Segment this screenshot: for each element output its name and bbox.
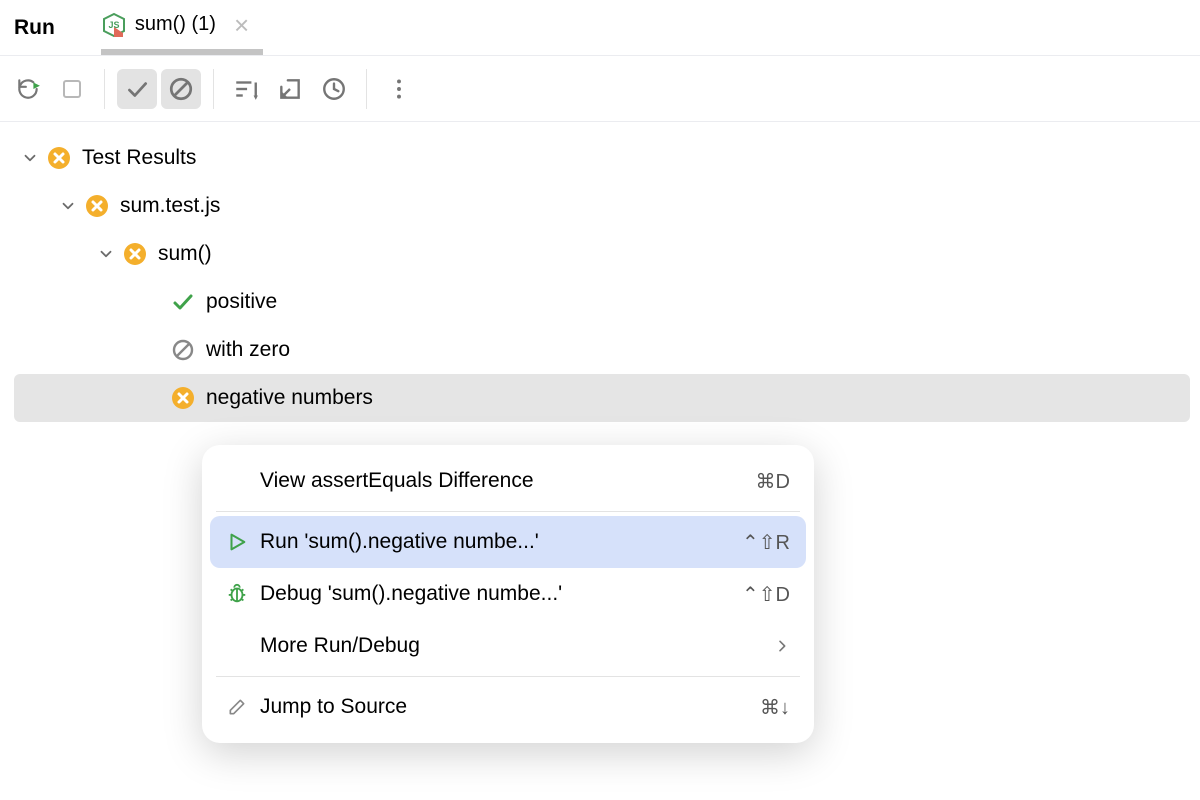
test-results-tree: Test Results sum.test.js sum() positive … — [0, 122, 1200, 422]
menu-run[interactable]: Run 'sum().negative numbe...' ⌃⇧R — [210, 516, 806, 568]
menu-item-label: Run 'sum().negative numbe...' — [260, 530, 742, 554]
tree-root-test-results[interactable]: Test Results — [0, 134, 1200, 182]
status-failed-icon — [170, 385, 196, 411]
test-toolbar — [0, 56, 1200, 122]
chevron-down-icon — [56, 194, 80, 218]
menu-jump-to-source[interactable]: Jump to Source ⌘↓ — [210, 681, 806, 733]
menu-item-shortcut: ⌃⇧R — [742, 530, 790, 555]
run-icon — [222, 531, 252, 553]
status-failed-icon — [46, 145, 72, 171]
menu-debug[interactable]: Debug 'sum().negative numbe...' ⌃⇧D — [210, 568, 806, 620]
more-button[interactable] — [379, 69, 419, 109]
status-failed-icon — [84, 193, 110, 219]
tree-test-positive[interactable]: positive — [0, 278, 1200, 326]
run-tab-sum[interactable]: JS sum() (1) × — [101, 0, 263, 55]
tree-test-with-zero[interactable]: with zero — [0, 326, 1200, 374]
tree-suite-sum[interactable]: sum() — [0, 230, 1200, 278]
run-panel-title: Run — [14, 16, 55, 40]
menu-more-run-debug[interactable]: More Run/Debug — [210, 620, 806, 672]
nodejs-config-icon: JS — [101, 12, 127, 38]
run-panel-tabbar: Run JS sum() (1) × — [0, 0, 1200, 56]
tree-test-negative-numbers[interactable]: negative numbers — [14, 374, 1190, 422]
tree-file-sum-test-js[interactable]: sum.test.js — [0, 182, 1200, 230]
stop-button[interactable] — [52, 69, 92, 109]
context-menu: View assertEquals Difference ⌘D Run 'sum… — [202, 445, 814, 743]
tree-test-label: with zero — [206, 338, 290, 362]
chevron-down-icon — [18, 146, 42, 170]
menu-view-assert-diff[interactable]: View assertEquals Difference ⌘D — [210, 455, 806, 507]
menu-item-shortcut: ⌃⇧D — [742, 582, 790, 607]
tree-file-label: sum.test.js — [120, 194, 220, 218]
menu-separator — [216, 511, 800, 512]
export-button[interactable] — [270, 69, 310, 109]
status-failed-icon — [122, 241, 148, 267]
menu-item-label: Jump to Source — [260, 695, 760, 719]
menu-item-label: View assertEquals Difference — [260, 469, 756, 493]
menu-item-label: Debug 'sum().negative numbe...' — [260, 582, 742, 606]
run-tab-label: sum() (1) — [135, 13, 216, 36]
history-button[interactable] — [314, 69, 354, 109]
status-passed-icon — [170, 289, 196, 315]
sort-button[interactable] — [226, 69, 266, 109]
show-ignored-toggle[interactable] — [161, 69, 201, 109]
menu-separator — [216, 676, 800, 677]
svg-text:JS: JS — [108, 20, 119, 30]
rerun-button[interactable] — [8, 69, 48, 109]
menu-item-shortcut: ⌘↓ — [760, 695, 790, 720]
status-ignored-icon — [170, 337, 196, 363]
tree-root-label: Test Results — [82, 146, 196, 170]
bug-icon — [222, 583, 252, 605]
show-passed-toggle[interactable] — [117, 69, 157, 109]
menu-item-label: More Run/Debug — [260, 634, 774, 658]
tree-test-label: negative numbers — [206, 386, 373, 410]
toolbar-separator — [366, 69, 367, 109]
tree-test-label: positive — [206, 290, 277, 314]
close-icon[interactable]: × — [224, 8, 259, 42]
toolbar-separator — [104, 69, 105, 109]
toolbar-separator — [213, 69, 214, 109]
chevron-down-icon — [94, 242, 118, 266]
chevron-right-icon — [774, 638, 790, 654]
tree-suite-label: sum() — [158, 242, 212, 266]
pencil-icon — [222, 697, 252, 717]
menu-item-shortcut: ⌘D — [756, 469, 790, 494]
